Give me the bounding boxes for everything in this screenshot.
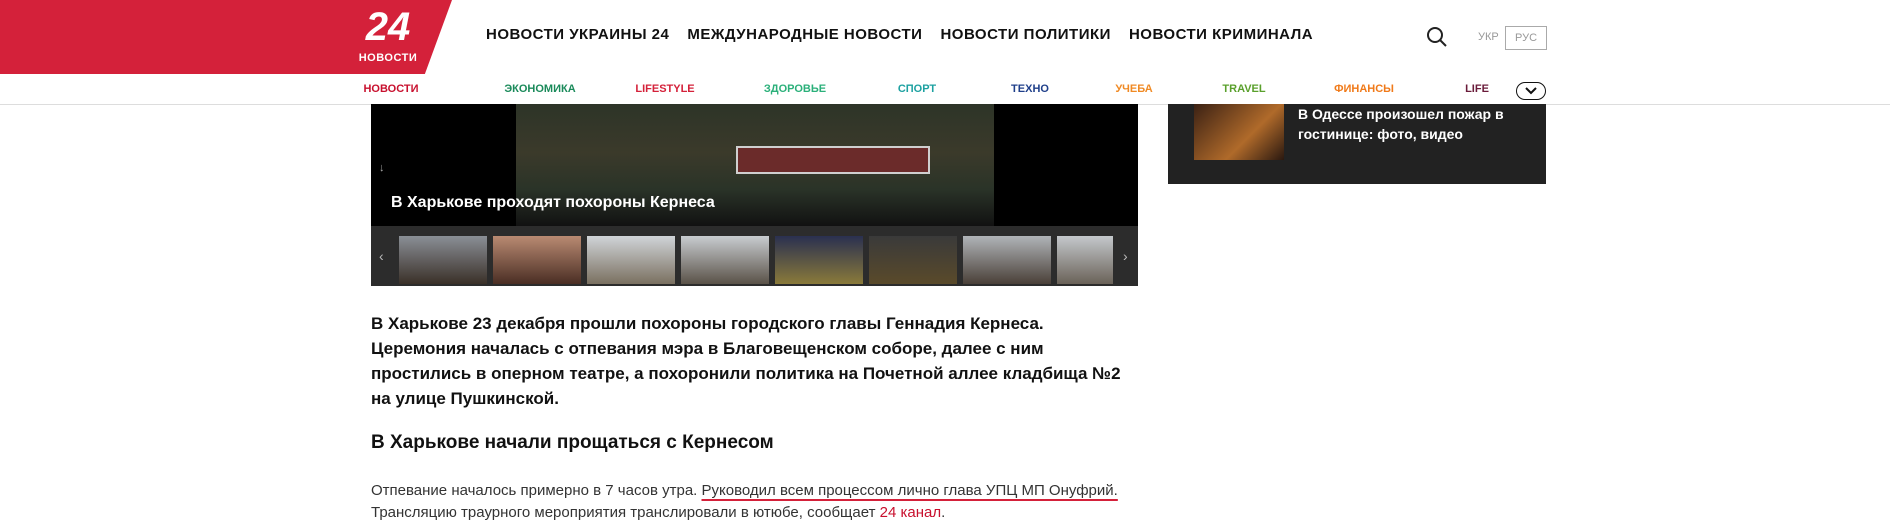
sidebar-news-card[interactable]: В Одессе произошел пожар в гостинице: фо…: [1168, 104, 1546, 184]
gallery-thumb[interactable]: [399, 236, 487, 284]
gallery-thumbnails: ‹ ›: [371, 226, 1138, 286]
category-tech[interactable]: ТЕХНО: [1011, 83, 1049, 95]
article-subheading: В Харькове начали прощаться с Кернесом: [371, 432, 774, 453]
category-health[interactable]: ЗДОРОВЬЕ: [764, 83, 826, 95]
category-economy[interactable]: ЭКОНОМИКА: [504, 83, 575, 95]
highlighted-sentence: Руководил всем процессом лично глава УПЦ…: [701, 482, 1118, 499]
gallery-next-icon[interactable]: ›: [1123, 248, 1128, 264]
article-lead: В Харькове 23 декабря прошли похороны го…: [371, 314, 1121, 408]
sidebar-news-title[interactable]: В Одессе произошел пожар в гостинице: фо…: [1298, 104, 1528, 144]
search-icon[interactable]: [1426, 26, 1448, 48]
category-finance[interactable]: ФИНАНСЫ: [1334, 83, 1394, 95]
category-life[interactable]: LIFE: [1465, 83, 1489, 95]
paragraph-text-start: Отпевание началось примерно в 7 часов ут…: [371, 482, 702, 499]
gallery-thumb[interactable]: [493, 236, 581, 284]
photo-grave-slab: [736, 146, 930, 174]
category-study[interactable]: УЧЕБА: [1115, 83, 1152, 95]
paragraph-text-middle: Трансляцию траурного мероприятия трансли…: [371, 504, 880, 521]
main-nav-crime[interactable]: НОВОСТИ КРИМИНАЛА: [1129, 26, 1313, 43]
gallery-thumb[interactable]: [587, 236, 675, 284]
gallery-main-image[interactable]: ↓ В Харькове проходят похороны Кернеса: [371, 104, 1138, 226]
paragraph-text-end: .: [941, 504, 946, 521]
gallery-caption: В Харькове проходят похороны Кернеса: [391, 194, 715, 211]
gallery-thumb[interactable]: [963, 236, 1051, 284]
lang-rus[interactable]: РУС: [1505, 26, 1547, 50]
gallery-thumb[interactable]: [775, 236, 863, 284]
main-nav: НОВОСТИ УКРАИНЫ 24 МЕЖДУНАРОДНЫЕ НОВОСТИ…: [486, 26, 1313, 43]
category-lifestyle[interactable]: LIFESTYLE: [635, 83, 694, 95]
lang-ukr[interactable]: УКР: [1478, 26, 1499, 48]
gallery-thumb[interactable]: [681, 236, 769, 284]
main-nav-international[interactable]: МЕЖДУНАРОДНЫЕ НОВОСТИ: [687, 26, 922, 43]
gallery-thumb[interactable]: [1057, 236, 1113, 284]
article-paragraph: Отпевание началось примерно в 7 часов ут…: [371, 480, 1141, 524]
logo-number: 24: [365, 5, 411, 49]
category-news[interactable]: НОВОСТИ: [363, 83, 418, 95]
category-sport[interactable]: СПОРТ: [898, 83, 936, 95]
logo-label: НОВОСТИ: [358, 52, 418, 64]
main-nav-politics[interactable]: НОВОСТИ ПОЛИТИКИ: [940, 26, 1110, 43]
chevron-down-icon[interactable]: [1516, 82, 1546, 100]
site-logo[interactable]: 24 НОВОСТИ: [352, 6, 424, 68]
category-travel[interactable]: TRAVEL: [1222, 83, 1265, 95]
source-link[interactable]: 24 канал: [880, 504, 941, 521]
gallery-down-arrow-icon[interactable]: ↓: [379, 162, 385, 174]
sidebar-news-image[interactable]: [1194, 104, 1284, 160]
category-nav: НОВОСТИ ЭКОНОМИКА LIFESTYLE ЗДОРОВЬЕ СПО…: [0, 74, 1890, 105]
gallery-thumb[interactable]: [869, 236, 957, 284]
gallery-prev-icon[interactable]: ‹: [379, 248, 384, 264]
main-nav-ukraine[interactable]: НОВОСТИ УКРАИНЫ 24: [486, 26, 669, 43]
